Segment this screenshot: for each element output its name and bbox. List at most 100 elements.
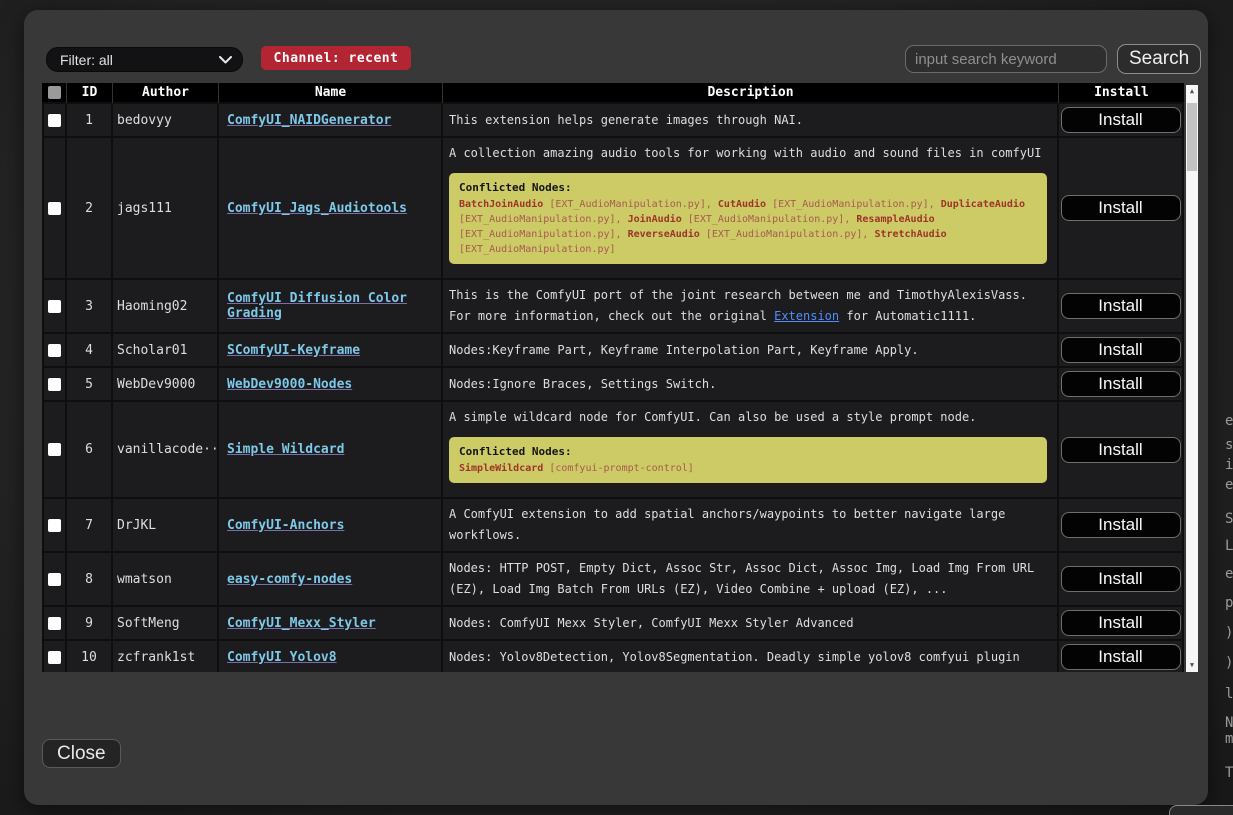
table-row: 2 jags111 ComfyUI_Jags_Audiotools A coll… [42, 138, 1184, 280]
conflicted-node-ref: [comfyui-prompt-control] [543, 463, 694, 474]
background-text-fragment: e [1225, 477, 1233, 493]
extension-name-link[interactable]: Simple Wildcard [227, 442, 344, 457]
install-button[interactable]: Install [1061, 337, 1181, 363]
background-text-fragment: T [1225, 765, 1233, 781]
search-button[interactable]: Search [1117, 44, 1201, 74]
background-text-fragment: L [1225, 538, 1233, 554]
filter-select-value: Filter: all [60, 52, 219, 68]
row-author: SoftMeng [113, 607, 219, 641]
conflicted-node-name: CutAudio [718, 199, 766, 210]
scrollbar-down-icon[interactable]: ▼ [1186, 659, 1198, 672]
background-text-fragment: e [1225, 413, 1233, 429]
row-checkbox[interactable] [48, 519, 61, 532]
table-row: 9 SoftMeng ComfyUI_Mexx_Styler Nodes: Co… [42, 607, 1184, 641]
row-checkbox[interactable] [48, 573, 61, 586]
conflicted-node-ref: [EXT_AudioManipulation.py], [459, 229, 628, 240]
description-text: Nodes: Yolov8Detection, Yolov8Segmentati… [449, 647, 1051, 668]
close-button[interactable]: Close [42, 739, 121, 768]
column-header-install: Install [1059, 83, 1184, 104]
table-row: 10 zcfrank1st ComfyUI Yolov8 Nodes: Yolo… [42, 641, 1184, 672]
row-description: A collection amazing audio tools for wor… [443, 138, 1059, 280]
conflicted-node-ref: [EXT_AudioManipulation.py], [543, 199, 718, 210]
table-row: 4 Scholar01 SComfyUI-Keyframe Nodes:Keyf… [42, 334, 1184, 368]
extension-name-link[interactable]: WebDev9000-Nodes [227, 377, 352, 392]
background-text-fragment: ) [1225, 655, 1233, 671]
extension-name-link[interactable]: ComfyUI_Jags_Audiotools [227, 201, 407, 216]
filter-select[interactable]: Filter: all [46, 47, 243, 72]
row-author: zcfrank1st [113, 641, 219, 672]
install-button[interactable]: Install [1061, 371, 1181, 397]
extension-name-link[interactable]: SComfyUI-Keyframe [227, 343, 360, 358]
row-author: Haoming02 [113, 280, 219, 334]
install-button[interactable]: Install [1061, 644, 1181, 670]
row-id: 10 [67, 641, 113, 672]
conflicted-node-name: StretchAudio [874, 229, 946, 240]
description-link[interactable]: Extension [774, 309, 839, 323]
conflicted-node-ref: [EXT_AudioManipulation.py], [766, 199, 941, 210]
background-text-fragment: ) [1225, 625, 1233, 641]
description-text: Nodes: HTTP POST, Empty Dict, Assoc Str,… [449, 558, 1051, 600]
page-background: Filter: all Channel: recent Search ID Au… [0, 0, 1233, 815]
conflicted-nodes-title: Conflicted Nodes: [459, 180, 1037, 195]
row-checkbox[interactable] [48, 443, 61, 456]
row-id: 2 [67, 138, 113, 280]
extension-name-link[interactable]: ComfyUI Diffusion Color Grading [227, 291, 407, 321]
extension-name-link[interactable]: ComfyUI-Anchors [227, 518, 344, 533]
row-description: This is the ComfyUI port of the joint re… [443, 280, 1059, 334]
conflicted-node-name: ResampleAudio [856, 214, 934, 225]
table-scrollbar[interactable]: ▲ ▼ [1186, 85, 1198, 672]
row-author: vanillacode··· [113, 402, 219, 499]
background-text-fragment: e [1225, 566, 1233, 582]
column-header-author: Author [113, 83, 219, 104]
install-button[interactable]: Install [1061, 610, 1181, 636]
row-checkbox[interactable] [48, 202, 61, 215]
table-row: 6 vanillacode··· Simple Wildcard A simpl… [42, 402, 1184, 499]
install-button[interactable]: Install [1061, 437, 1181, 463]
conflicted-node-ref: [EXT_AudioManipulation.py], [459, 214, 628, 225]
description-text: Nodes:Ignore Braces, Settings Switch. [449, 374, 1051, 395]
row-checkbox[interactable] [48, 651, 61, 664]
background-menu-sliver: esieSLep))lNmT [1224, 400, 1233, 815]
table-row: 1 bedovyy ComfyUI_NAIDGenerator This ext… [42, 104, 1184, 138]
row-checkbox[interactable] [48, 378, 61, 391]
row-checkbox[interactable] [48, 617, 61, 630]
install-button[interactable]: Install [1061, 293, 1181, 319]
extension-name-link[interactable]: ComfyUI Yolov8 [227, 650, 337, 665]
row-description: Nodes: Yolov8Detection, Yolov8Segmentati… [443, 641, 1059, 672]
extension-name-link[interactable]: easy-comfy-nodes [227, 572, 352, 587]
description-text: A collection amazing audio tools for wor… [449, 143, 1051, 164]
scrollbar-thumb[interactable] [1187, 103, 1197, 171]
row-checkbox[interactable] [48, 300, 61, 313]
install-button[interactable]: Install [1061, 566, 1181, 592]
row-id: 5 [67, 368, 113, 402]
extension-name-link[interactable]: ComfyUI_Mexx_Styler [227, 616, 376, 631]
scrollbar-up-icon[interactable]: ▲ [1186, 85, 1198, 98]
extensions-table: ID Author Name Description Install 1 bed… [42, 83, 1184, 672]
row-description: This extension helps generate images thr… [443, 104, 1059, 138]
row-checkbox[interactable] [48, 114, 61, 127]
conflicted-node-name: DuplicateAudio [941, 199, 1025, 210]
background-text-fragment: p [1225, 595, 1233, 611]
row-description: Nodes: ComfyUI Mexx Styler, ComfyUI Mexx… [443, 607, 1059, 641]
table-row: 3 Haoming02 ComfyUI Diffusion Color Grad… [42, 280, 1184, 334]
row-checkbox[interactable] [48, 344, 61, 357]
conflicted-node-name: SimpleWildcard [459, 463, 543, 474]
row-author: WebDev9000 [113, 368, 219, 402]
install-button[interactable]: Install [1061, 512, 1181, 538]
search-input[interactable] [905, 45, 1107, 73]
row-id: 4 [67, 334, 113, 368]
table-body: 1 bedovyy ComfyUI_NAIDGenerator This ext… [42, 104, 1184, 672]
install-button[interactable]: Install [1061, 107, 1181, 133]
conflicted-nodes-warning: Conflicted Nodes:BatchJoinAudio [EXT_Aud… [449, 173, 1047, 264]
background-text-fragment: l [1225, 686, 1233, 702]
extension-name-link[interactable]: ComfyUI_NAIDGenerator [227, 113, 391, 128]
description-text: This is the ComfyUI port of the joint re… [449, 285, 1051, 327]
select-all-checkbox[interactable] [48, 86, 61, 99]
channel-badge: Channel: recent [261, 46, 411, 70]
column-header-description: Description [443, 83, 1059, 104]
table-row: 5 WebDev9000 WebDev9000-Nodes Nodes:Igno… [42, 368, 1184, 402]
column-header-id: ID [67, 83, 113, 104]
conflicted-node-name: ReverseAudio [628, 229, 700, 240]
install-button[interactable]: Install [1061, 195, 1181, 221]
row-description: Nodes:Keyframe Part, Keyframe Interpolat… [443, 334, 1059, 368]
